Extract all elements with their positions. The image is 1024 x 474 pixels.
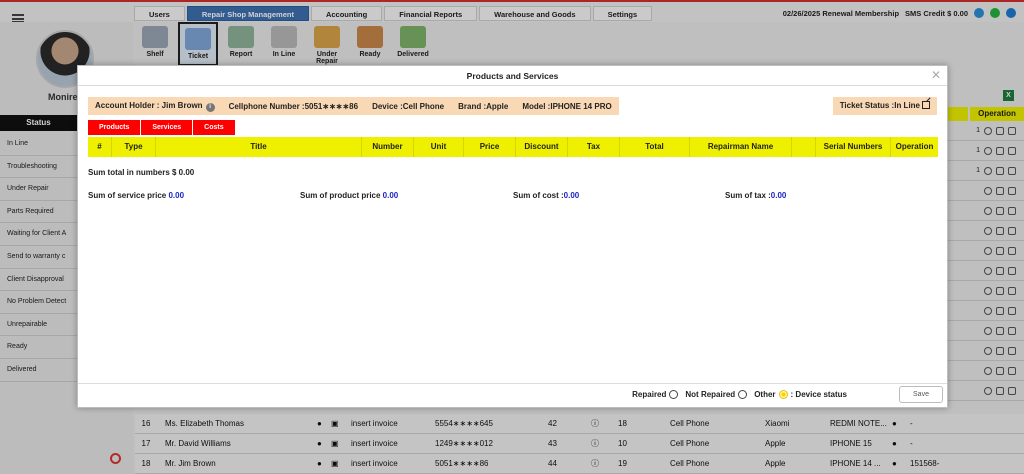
column-header: Operation [895, 142, 934, 151]
column-header: Total [620, 137, 690, 157]
device-status-group: Repaired Not Repaired Other : Device sta… [632, 390, 847, 399]
ticket-status-label: Ticket Status :In Line [839, 101, 920, 110]
sum-service-price: Sum of service price 0.00 [88, 191, 184, 200]
sum-label: Sum of service price [88, 191, 169, 200]
items-table-header: # Type Title Number Unit Price Discount … [88, 137, 938, 157]
divider [78, 383, 947, 384]
products-services-modal: Products and Services ✕ Account Holder :… [77, 65, 948, 408]
save-button[interactable]: Save [899, 386, 943, 403]
model: Model :IPHONE 14 PRO [522, 101, 612, 111]
tab-products[interactable]: Products [88, 120, 141, 135]
column-header: Title [156, 137, 362, 157]
account-holder: Account Holder : Jim Brown i [95, 101, 215, 112]
sum-product-price: Sum of product price 0.00 [300, 191, 398, 200]
close-icon[interactable]: ✕ [931, 68, 941, 82]
column-header: Price [464, 137, 516, 157]
sum-cost: Sum of cost :0.00 [513, 191, 579, 200]
sum-label: Sum of cost : [513, 191, 564, 200]
column-header: # [88, 137, 112, 157]
column-header: Serial Numbers [816, 137, 891, 157]
device-status-label: : Device status [790, 390, 847, 399]
radio-repaired[interactable] [669, 390, 679, 399]
tab-services[interactable]: Services [141, 120, 193, 135]
column-header: Discount [516, 137, 568, 157]
sum-label: Sum of product price [300, 191, 383, 200]
sum-tax: Sum of tax :0.00 [725, 191, 786, 200]
radio-label-repaired: Repaired [632, 390, 667, 399]
column-header: Tax [568, 137, 620, 157]
brand: Brand :Apple [458, 101, 509, 111]
sum-value: 0.00 [770, 191, 787, 200]
radio-label-other: Other [754, 390, 776, 399]
column-header: Number [362, 137, 414, 157]
sum-value: 0.00 [168, 191, 185, 200]
account-holder-label: Account Holder : Jim Brown [95, 100, 203, 110]
column-header [792, 137, 816, 157]
modal-title: Products and Services [78, 66, 947, 86]
column-header: Type [112, 137, 156, 157]
column-header: Unit [414, 137, 464, 157]
column-header: Repairman Name [690, 137, 792, 157]
tab-costs[interactable]: Costs [193, 120, 235, 135]
ticket-status[interactable]: Ticket Status :In Line [832, 97, 937, 115]
sum-total: Sum total in numbers $ 0.00 [88, 168, 195, 177]
radio-not-repaired[interactable] [738, 390, 748, 399]
radio-other[interactable] [778, 390, 788, 399]
sum-value: 0.00 [382, 191, 399, 200]
device-type: Device :Cell Phone [372, 101, 445, 111]
external-link-icon[interactable] [922, 101, 930, 109]
cellphone-number: Cellphone Number :5051∗∗∗∗86 [228, 101, 359, 111]
info-icon[interactable]: i [205, 102, 215, 112]
ticket-info-bar: Account Holder : Jim Brown i Cellphone Nu… [88, 97, 619, 115]
radio-label-not-repaired: Not Repaired [685, 390, 736, 399]
tabs: Products Services Costs [88, 120, 235, 135]
sum-value: 0.00 [563, 191, 580, 200]
sum-label: Sum of tax : [725, 191, 771, 200]
